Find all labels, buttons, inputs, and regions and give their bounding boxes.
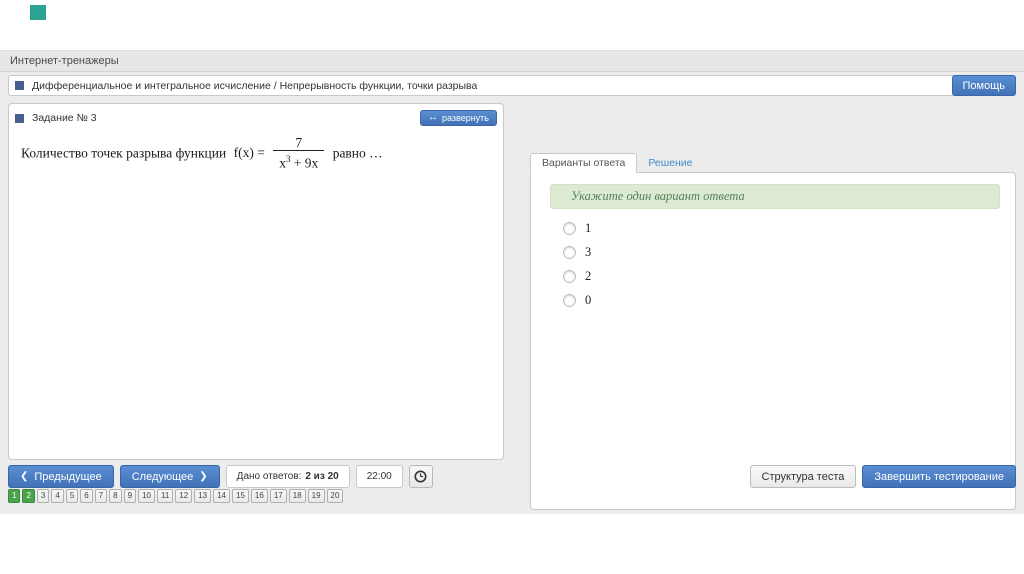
breadcrumb: Дифференциальное и интегральное исчислен… <box>8 75 966 96</box>
answer-tabs: Варианты ответа Решение <box>530 153 704 173</box>
app-title: Интернет-тренажеры <box>10 55 119 67</box>
breadcrumb-text: Дифференциальное и интегральное исчислен… <box>32 79 478 92</box>
page-number[interactable]: 10 <box>138 489 155 503</box>
page-number[interactable]: 18 <box>288 489 306 503</box>
question-suffix: равно … <box>332 145 383 161</box>
footer-left-group: ❮ Предыдущее Следующее ❯ Дано ответов: 2… <box>8 465 433 488</box>
denominator-rest: + 9x <box>290 155 319 171</box>
answer-option[interactable]: 2 <box>563 269 1015 284</box>
fraction-denominator: x3 + 9x <box>273 150 325 172</box>
footer-controls: ❮ Предыдущее Следующее ❯ Дано ответов: 2… <box>8 465 1016 488</box>
question-prefix: Количество точек разрыва функции <box>21 145 227 161</box>
instruction-banner: Укажите один вариант ответа <box>550 184 1000 209</box>
radio-button-icon[interactable] <box>563 294 576 307</box>
radio-button-icon[interactable] <box>563 246 576 259</box>
timer-value: 22:00 <box>366 471 392 482</box>
task-panel: Задание № 3 ↔ развернуть Количество точе… <box>8 103 504 460</box>
expand-button[interactable]: ↔ развернуть <box>419 110 497 126</box>
page-number[interactable]: 5 <box>65 489 79 503</box>
task-title: Задание № 3 <box>32 112 97 124</box>
task-header: Задание № 3 ↔ развернуть <box>9 104 503 126</box>
denominator-base: x <box>279 155 286 171</box>
tab-solution[interactable]: Решение <box>637 153 703 173</box>
toolbar: Дифференциальное и интегральное исчислен… <box>8 75 1016 97</box>
finish-test-button[interactable]: Завершить тестирование <box>862 465 1016 488</box>
options-list: 1 3 2 0 <box>563 221 1015 308</box>
fraction: 7 x3 + 9x <box>273 135 325 172</box>
page-number[interactable]: 8 <box>109 489 122 503</box>
clock-toggle-button[interactable] <box>408 465 433 488</box>
next-button[interactable]: Следующее ❯ <box>119 465 220 488</box>
answered-label: Дано ответов: <box>236 471 302 482</box>
expand-label: развернуть <box>441 113 489 123</box>
trainer-app: Интернет-тренажеры Дифференциальное и ин… <box>0 50 1024 514</box>
page-number[interactable]: 7 <box>94 489 108 503</box>
page-number[interactable]: 2 <box>22 489 35 503</box>
page: Интернет-тренажеры Дифференциальное и ин… <box>0 0 1024 574</box>
page-number[interactable]: 4 <box>51 489 64 503</box>
clock-icon <box>414 470 427 483</box>
page-number[interactable]: 16 <box>250 489 268 503</box>
task-title-wrap: Задание № 3 <box>15 112 420 124</box>
page-number[interactable]: 17 <box>269 489 287 503</box>
answer-option[interactable]: 0 <box>563 293 1015 308</box>
page-number[interactable]: 20 <box>326 489 344 503</box>
radio-button-icon[interactable] <box>563 270 576 283</box>
question-text: Количество точек разрыва функции f(x) = … <box>21 135 491 173</box>
chevron-left-icon: ❮ <box>20 470 29 482</box>
answer-panel: Укажите один вариант ответа 1 3 2 0 <box>530 172 1016 510</box>
page-number[interactable]: 9 <box>123 489 137 503</box>
page-number[interactable]: 6 <box>80 489 93 503</box>
app-header: Интернет-тренажеры <box>0 50 1024 72</box>
radio-button-icon[interactable] <box>563 222 576 235</box>
answered-value: 2 из 20 <box>305 471 339 482</box>
page-number[interactable]: 3 <box>36 489 50 503</box>
chevron-right-icon: ❯ <box>199 470 208 482</box>
previous-button[interactable]: ❮ Предыдущее <box>8 465 114 488</box>
previous-label: Предыдущее <box>34 470 102 483</box>
fraction-numerator: 7 <box>295 135 303 150</box>
tab-answer-options[interactable]: Варианты ответа <box>530 153 638 173</box>
answer-option[interactable]: 1 <box>563 221 1015 236</box>
option-label: 1 <box>585 221 592 235</box>
test-structure-button[interactable]: Структура теста <box>749 465 857 488</box>
bullet-square-icon <box>15 113 24 123</box>
answer-option[interactable]: 3 <box>563 245 1015 260</box>
screen-marker <box>30 5 46 20</box>
timer-box: 22:00 <box>355 465 403 488</box>
option-label: 2 <box>585 269 592 283</box>
expand-arrows-icon: ↔ <box>427 112 438 123</box>
page-number[interactable]: 15 <box>232 489 249 503</box>
bullet-square-icon <box>15 81 24 90</box>
help-button[interactable]: Помощь <box>951 75 1016 96</box>
footer-right-group: Структура теста Завершить тестирование <box>749 465 1016 488</box>
function-notation: f(x) = <box>233 145 265 161</box>
page-number[interactable]: 12 <box>175 489 193 503</box>
answered-counter: Дано ответов: 2 из 20 <box>225 465 350 488</box>
option-label: 3 <box>585 245 592 259</box>
page-number[interactable]: 14 <box>213 489 231 503</box>
page-number[interactable]: 11 <box>156 489 174 503</box>
option-label: 0 <box>585 293 592 307</box>
question-pagination: 1 2 3 4 5 6 7 8 9 10 11 12 13 14 15 16 1… <box>8 489 344 503</box>
page-number[interactable]: 1 <box>8 489 21 503</box>
page-number[interactable]: 19 <box>307 489 325 503</box>
page-number[interactable]: 13 <box>194 489 212 503</box>
next-label: Следующее <box>131 470 194 483</box>
